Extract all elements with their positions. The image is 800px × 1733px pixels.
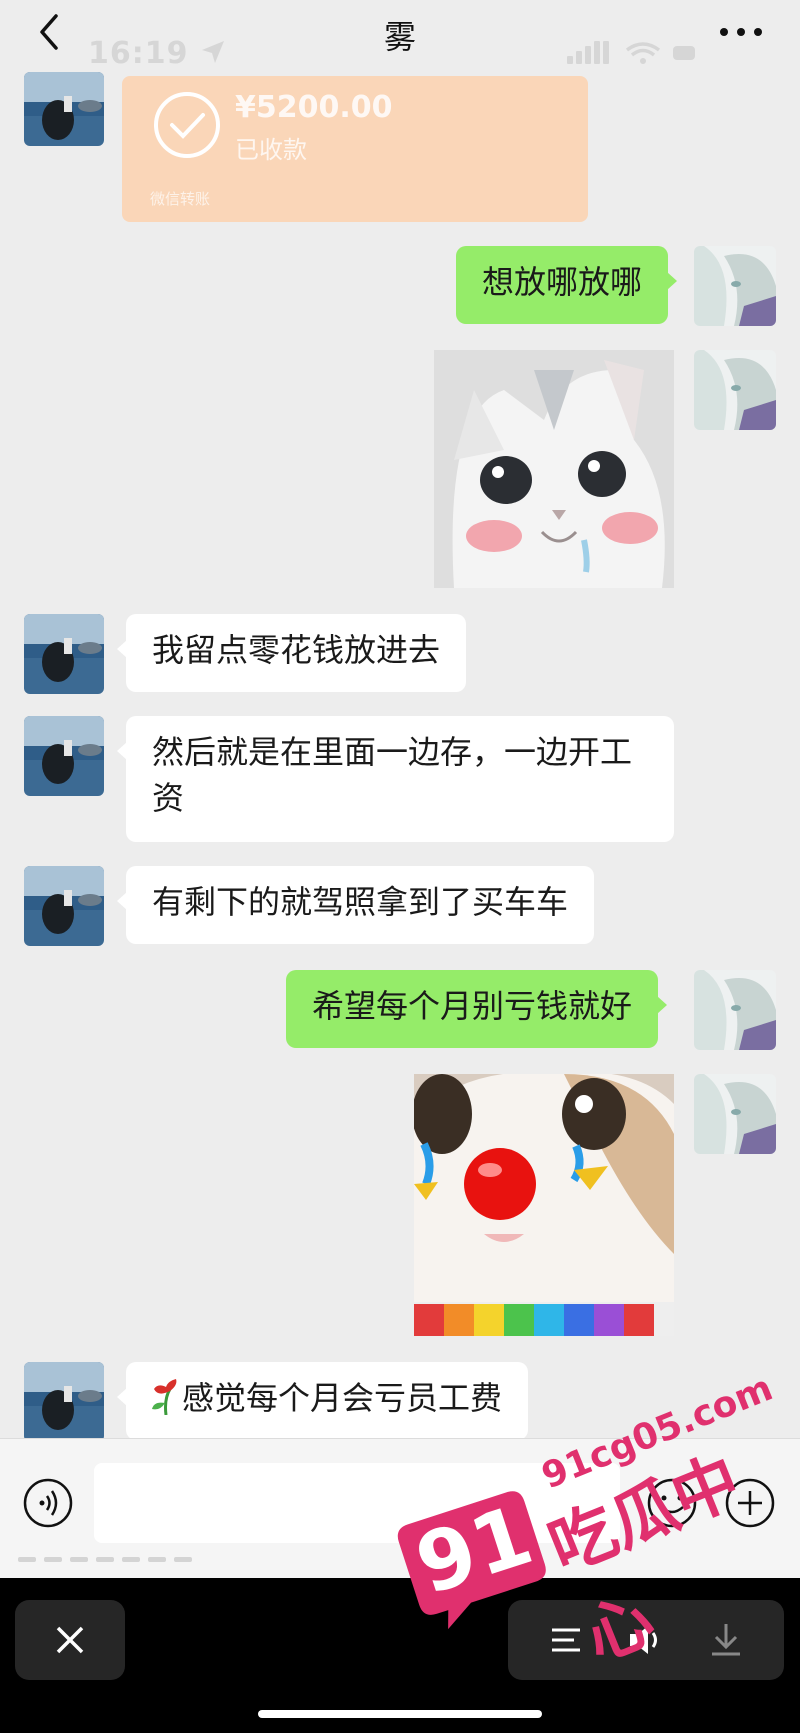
contact-avatar[interactable] (24, 866, 104, 946)
status-time: 16:19 (88, 36, 226, 71)
wilted-flower-icon (152, 1379, 177, 1416)
sticker-cat-crying[interactable] (434, 350, 674, 588)
check-circle-icon (154, 92, 220, 158)
close-button[interactable] (15, 1600, 125, 1680)
home-indicator (258, 1710, 542, 1718)
transfer-status: 已收款 (235, 136, 307, 164)
location-icon (201, 41, 224, 63)
message-bubble-outgoing[interactable]: 希望每个月别亏钱就好 (286, 970, 668, 1048)
transfer-footer: 微信转账 (150, 190, 211, 208)
contact-avatar[interactable] (24, 716, 104, 796)
message-bubble-incoming[interactable]: 然后就是在里面一边存，一边开工资 (117, 716, 674, 842)
close-icon (56, 1626, 84, 1654)
chat-header: 雾 16:19 (0, 0, 800, 72)
sticker-cat-clown[interactable] (414, 1074, 674, 1336)
contact-avatar[interactable] (24, 72, 104, 146)
self-avatar[interactable] (694, 970, 776, 1050)
more-icon[interactable] (716, 14, 766, 50)
wifi-icon (625, 42, 661, 57)
video-progress-indicator (18, 1557, 192, 1562)
message-bubble-incoming[interactable]: 有剩下的就驾照拿到了买车车 (116, 866, 595, 944)
transfer-card[interactable]: ¥5200.00 已收款 微信转账 (122, 76, 588, 222)
self-avatar[interactable] (694, 1074, 776, 1154)
battery-icon (673, 46, 695, 60)
transfer-amount: ¥5200.00 (235, 90, 393, 125)
self-avatar[interactable] (694, 350, 776, 430)
voice-icon[interactable] (22, 1477, 74, 1529)
contact-avatar[interactable] (24, 614, 104, 694)
message-bubble-incoming[interactable]: 感觉每个月会亏员工费 (116, 1362, 529, 1440)
message-bubble-incoming[interactable]: 我留点零花钱放进去 (116, 614, 467, 692)
message-text: 感觉每个月会亏员工费 (182, 1379, 503, 1417)
self-avatar[interactable] (694, 246, 776, 326)
contact-avatar[interactable] (24, 1362, 104, 1442)
status-icons (567, 41, 695, 64)
message-bubble-outgoing[interactable]: 想放哪放哪 (456, 246, 678, 324)
signal-icon (567, 41, 609, 64)
